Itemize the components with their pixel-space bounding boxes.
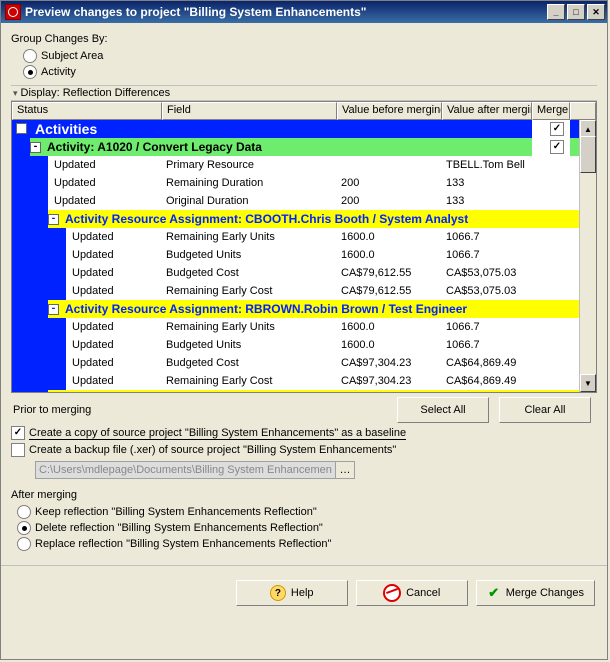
scroll-thumb[interactable] bbox=[580, 136, 596, 173]
col-before[interactable]: Value before merging bbox=[337, 102, 442, 120]
collapse-icon[interactable]: - bbox=[30, 142, 41, 153]
display-label: Display: Reflection Differences bbox=[21, 87, 171, 99]
radio-keep-reflection[interactable] bbox=[17, 505, 31, 519]
display-collapse-bar[interactable]: ▾ Display: Reflection Differences bbox=[11, 85, 597, 101]
title-bar: Preview changes to project "Billing Syst… bbox=[1, 1, 607, 23]
close-button[interactable]: ✕ bbox=[587, 4, 605, 20]
table-row[interactable]: UpdatedRemaining Early CostCA$97,304.23C… bbox=[12, 372, 580, 390]
table-row[interactable]: UpdatedRemaining Early Units1600.01066.7 bbox=[12, 318, 580, 336]
separator bbox=[1, 565, 607, 566]
tree-row-assignment[interactable]: -Activity Resource Assignment: CBOOTH.Ch… bbox=[12, 210, 580, 228]
col-after[interactable]: Value after merging bbox=[442, 102, 532, 120]
table-row[interactable]: UpdatedBudgeted Units1600.01066.7 bbox=[12, 246, 580, 264]
changes-grid: Status Field Value before merging Value … bbox=[11, 101, 597, 393]
merge-changes-button[interactable]: ✔ Merge Changes bbox=[476, 580, 595, 606]
radio-subject-area-label: Subject Area bbox=[41, 50, 103, 62]
prior-to-merging-label: Prior to merging bbox=[13, 404, 387, 416]
cancel-icon bbox=[383, 584, 401, 602]
help-button[interactable]: ? Help bbox=[236, 580, 348, 606]
table-row[interactable]: UpdatedBudgeted Units1600.01066.7 bbox=[12, 336, 580, 354]
cancel-button[interactable]: Cancel bbox=[356, 580, 468, 606]
col-end bbox=[570, 102, 596, 120]
clear-all-button[interactable]: Clear All bbox=[499, 397, 591, 423]
window-title: Preview changes to project "Billing Syst… bbox=[25, 5, 545, 19]
collapse-icon[interactable]: - bbox=[48, 214, 59, 225]
app-icon bbox=[5, 4, 21, 20]
table-row[interactable]: UpdatedOriginal Duration200133 bbox=[12, 192, 580, 210]
radio-replace-label: Replace reflection "Billing System Enhan… bbox=[35, 538, 331, 550]
browse-button[interactable]: … bbox=[336, 461, 355, 479]
create-backup-label: Create a backup file (.xer) of source pr… bbox=[29, 444, 396, 456]
vertical-scrollbar[interactable]: ▲ ▼ bbox=[579, 120, 596, 392]
radio-keep-label: Keep reflection "Billing System Enhancem… bbox=[35, 506, 317, 518]
radio-delete-label: Delete reflection "Billing System Enhanc… bbox=[35, 522, 323, 534]
maximize-button[interactable]: □ bbox=[567, 4, 585, 20]
scroll-down-icon[interactable]: ▼ bbox=[580, 374, 596, 392]
merge-icon: ✔ bbox=[487, 586, 501, 600]
tree-row-activity[interactable]: -Activity: A1020 / Convert Legacy Data bbox=[12, 138, 580, 156]
create-copy-checkbox[interactable] bbox=[11, 426, 25, 440]
radio-replace-reflection[interactable] bbox=[17, 537, 31, 551]
tree-row-assignment[interactable]: -Activity Resource Assignment: TBELL.Tom… bbox=[12, 390, 580, 392]
select-all-button[interactable]: Select All bbox=[397, 397, 489, 423]
table-row[interactable]: UpdatedRemaining Duration200133 bbox=[12, 174, 580, 192]
table-row[interactable]: UpdatedRemaining Early Units1600.01066.7 bbox=[12, 228, 580, 246]
merge-checkbox[interactable] bbox=[550, 122, 564, 136]
table-row[interactable]: UpdatedBudgeted CostCA$97,304.23CA$64,86… bbox=[12, 354, 580, 372]
col-merge[interactable]: Merge bbox=[532, 102, 570, 120]
tree-row-root[interactable]: -Activities bbox=[12, 120, 580, 138]
merge-checkbox[interactable] bbox=[550, 140, 564, 154]
col-field[interactable]: Field bbox=[162, 102, 337, 120]
radio-activity[interactable] bbox=[23, 65, 37, 79]
backup-path-input bbox=[35, 461, 336, 479]
grid-header: Status Field Value before merging Value … bbox=[12, 102, 596, 120]
after-merging-label: After merging bbox=[11, 489, 597, 501]
collapse-icon[interactable]: - bbox=[16, 123, 27, 134]
table-row[interactable]: UpdatedRemaining Early CostCA$79,612.55C… bbox=[12, 282, 580, 300]
collapse-icon[interactable]: - bbox=[48, 304, 59, 315]
table-row[interactable]: UpdatedBudgeted CostCA$79,612.55CA$53,07… bbox=[12, 264, 580, 282]
tree-row-assignment[interactable]: -Activity Resource Assignment: RBROWN.Ro… bbox=[12, 300, 580, 318]
create-backup-checkbox[interactable] bbox=[11, 443, 25, 457]
radio-activity-label: Activity bbox=[41, 66, 76, 78]
radio-delete-reflection[interactable] bbox=[17, 521, 31, 535]
table-row[interactable]: UpdatedPrimary ResourceTBELL.Tom Bell bbox=[12, 156, 580, 174]
radio-subject-area[interactable] bbox=[23, 49, 37, 63]
create-copy-label: Create a copy of source project "Billing… bbox=[29, 427, 406, 440]
group-changes-label: Group Changes By: bbox=[11, 33, 597, 45]
minimize-button[interactable]: _ bbox=[547, 4, 565, 20]
chevron-down-icon: ▾ bbox=[13, 88, 18, 99]
col-status[interactable]: Status bbox=[12, 102, 162, 120]
help-icon: ? bbox=[270, 585, 286, 601]
